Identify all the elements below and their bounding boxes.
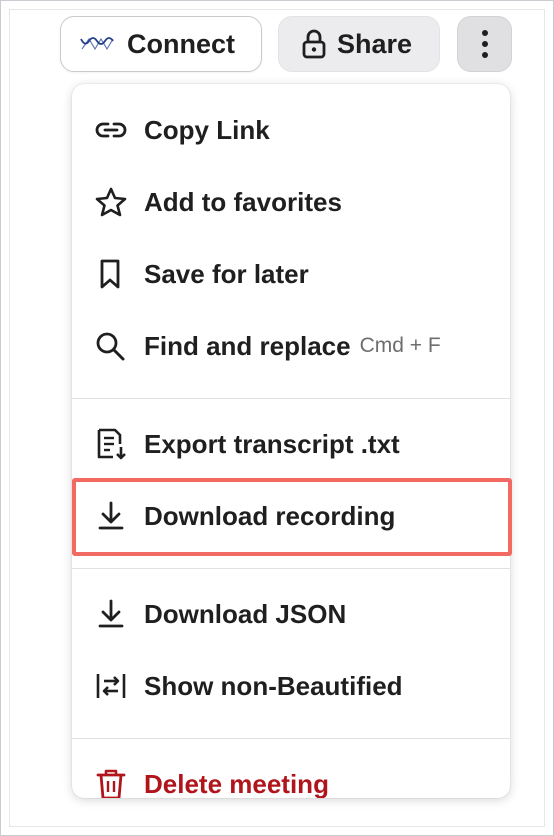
menu-item-label: Save for later [144,258,309,289]
download-icon [94,596,130,632]
share-button[interactable]: Share [278,16,440,72]
lock-icon [301,28,327,60]
keyboard-shortcut: Cmd + F [359,334,441,357]
menu-divider [72,568,510,569]
share-label: Share [337,28,413,59]
trash-icon [94,766,130,798]
menu-item-copy-link[interactable]: Copy Link [72,100,510,160]
menu-item-label: Add to favorites [144,186,342,217]
search-icon [94,328,130,364]
link-icon [94,112,130,148]
menu-item-delete-meeting[interactable]: Delete meeting [72,754,510,798]
menu-item-add-to-favorites[interactable]: Add to favorites [72,172,510,232]
menu-item-label: Find and replace [144,330,351,361]
vertical-ellipsis-icon [481,29,489,59]
menu-divider [72,398,510,399]
menu-item-label: Download JSON [144,598,347,629]
menu-item-label: Copy Link [144,114,270,145]
more-options-button[interactable] [457,16,512,72]
menu-item-label: Show non-Beautified [144,670,403,701]
connect-label: Connect [127,28,235,59]
menu-divider [72,738,510,739]
menu-item-label: Delete meeting [144,768,329,799]
options-menu: Copy Link Add to favorites Save for late… [72,84,510,798]
highlight-box [72,478,512,556]
menu-item-download-json[interactable]: Download JSON [72,584,510,644]
menu-item-show-non-beautified[interactable]: Show non-Beautified [72,656,510,716]
menu-item-find-and-replace[interactable]: Find and replace Cmd + F [72,316,510,376]
menu-item-save-for-later[interactable]: Save for later [72,244,510,304]
swap-icon [94,668,130,704]
menu-item-export-transcript[interactable]: Export transcript .txt [72,414,510,474]
connect-icon [79,33,117,55]
connect-button[interactable]: Connect [60,16,262,72]
menu-item-label: Export transcript .txt [144,428,400,459]
star-icon [94,184,130,220]
document-download-icon [94,426,130,462]
bookmark-icon [94,256,130,292]
